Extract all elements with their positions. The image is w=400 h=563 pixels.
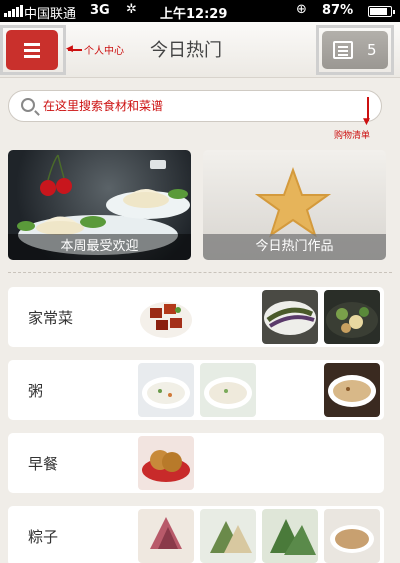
- dish-thumbnail: [138, 290, 194, 344]
- carrier-name: 中国联通: [24, 7, 77, 22]
- dish-thumbnail: [324, 290, 380, 344]
- category-row-breakfast[interactable]: 早餐: [8, 433, 384, 493]
- network-type: 3G: [90, 3, 110, 18]
- section-divider: [8, 272, 392, 273]
- dish-thumbnail: [324, 363, 380, 417]
- status-bar: 中国联通 3G ✲ 上午12:29 ⊕ 87%: [0, 0, 400, 22]
- annotation-arrowhead: ▼: [363, 117, 370, 127]
- search-bar: [8, 90, 382, 122]
- featured-popular-week[interactable]: 本周最受欢迎: [8, 150, 191, 260]
- page-title: 今日热门: [150, 40, 222, 61]
- search-icon: [21, 98, 35, 112]
- battery-icon: [368, 6, 395, 17]
- dish-thumbnail: [200, 509, 256, 563]
- category-name: 粽子: [28, 528, 59, 546]
- dish-thumbnail: [262, 290, 318, 344]
- search-input[interactable]: [43, 95, 363, 117]
- category-name: 家常菜: [28, 309, 74, 327]
- category-row-homestyle[interactable]: 家常菜: [8, 287, 384, 347]
- dish-thumbnail: [200, 363, 256, 417]
- search-area: ▼ 购物清单: [0, 79, 400, 141]
- category-name: 早餐: [28, 455, 59, 473]
- category-row-zongzi[interactable]: 粽子: [8, 506, 384, 563]
- shopping-list-count: 5: [367, 41, 377, 59]
- dish-thumbnail: [138, 509, 194, 563]
- top-nav-bar: ◀ 个人中心 今日热门 5: [0, 22, 400, 78]
- shopping-list-button[interactable]: 5: [322, 31, 388, 69]
- category-row-congee[interactable]: 粥: [8, 360, 384, 420]
- shopping-list-annotation: 购物清单: [334, 131, 371, 141]
- featured-label: 今日热门作品: [203, 234, 386, 260]
- shopping-list-icon: [333, 41, 353, 59]
- signal-bars-icon: [4, 5, 23, 17]
- featured-hot-today[interactable]: 今日热门作品: [203, 150, 386, 260]
- annotation-arrowhead: ◀: [66, 44, 73, 54]
- category-name: 粥: [28, 382, 44, 400]
- menu-annotation: 个人中心: [84, 46, 124, 57]
- dish-thumbnail: [138, 363, 194, 417]
- dish-thumbnail: [324, 509, 380, 563]
- menu-button[interactable]: [6, 30, 58, 70]
- wifi-icon: ✲: [126, 2, 137, 17]
- dish-thumbnail: [138, 436, 194, 490]
- clock: 上午12:29: [160, 7, 228, 22]
- featured-label: 本周最受欢迎: [8, 234, 191, 260]
- rotation-lock-icon: ⊕: [296, 2, 307, 17]
- battery-percent: 87%: [322, 3, 354, 18]
- dish-thumbnail: [262, 509, 318, 563]
